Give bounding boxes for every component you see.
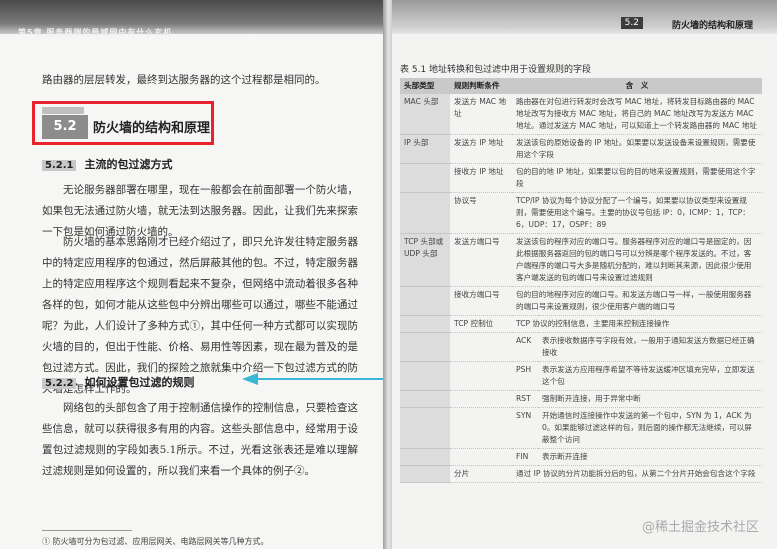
right-page: 5.2 防火墙的结构和原理 表 5.1 地址转换和包过滤中用于设置规则的字段 头… xyxy=(392,0,777,549)
condition-cell xyxy=(450,407,512,449)
meaning-cell: TCP 协议的控制信息，主要用来控制连接操作 xyxy=(512,315,762,333)
table-row: MAC 头部 发送方 MAC 地址 路由器在对包进行转发时会改写 MAC 地址，将转… xyxy=(400,94,762,135)
header-type-cell xyxy=(400,332,450,362)
condition-cell xyxy=(450,332,512,362)
flag-cell: SYN xyxy=(512,407,538,449)
subsection-heading-2: 5.2.2 如何设置包过滤的规则 xyxy=(42,374,194,390)
subsection-title: 如何设置包过滤的规则 xyxy=(84,376,195,389)
condition-cell: 发送方 IP 地址 xyxy=(450,134,512,164)
subsection-title: 主流的包过滤方式 xyxy=(84,158,173,171)
meaning-cell: 表示断开连接 xyxy=(538,448,762,466)
header-type-cell xyxy=(400,465,450,483)
condition-cell: 接收方端口号 xyxy=(450,286,512,316)
condition-cell: 发送方端口号 xyxy=(450,233,512,287)
header-type-cell xyxy=(400,448,450,466)
table-row: IP 头部 发送方 IP 地址 发送该包的原始设备的 IP 地址。如果要以发送设备来… xyxy=(400,134,762,164)
intro-paragraph: 路由器的层层转发，最终到达服务器的这个过程都是相同的。 xyxy=(42,74,326,86)
right-header-bar: 5.2 防火墙的结构和原理 xyxy=(392,0,777,34)
chapter-header: 第5章 服务器端的局域网中有什么玄机 xyxy=(18,28,173,37)
header-type-cell: IP 头部 xyxy=(400,134,450,164)
pointer-arrow-icon xyxy=(242,373,383,385)
subsection-heading-1: 5.2.1 主流的包过滤方式 xyxy=(42,156,172,172)
condition-cell xyxy=(450,390,512,408)
table-header-row: 头部类型 规则判断条件 含 义 xyxy=(400,78,762,94)
meaning-cell: 包的目的地 IP 地址，如果要以包的目的地来设置规则，需要使用这个字段 xyxy=(512,163,762,193)
flag-cell: ACK xyxy=(512,332,538,362)
header-type-cell: TCP 头部或 UDP 头部 xyxy=(400,233,450,287)
left-header-bar: 第5章 服务器端的局域网中有什么玄机 xyxy=(0,0,383,37)
table-row: SYN 开始通信时连接操作中发送的第一个包中，SYN 为 1，ACK 为 0。如果… xyxy=(400,407,762,449)
table-row: TCP 控制位 TCP 协议的控制信息，主要用来控制连接操作 xyxy=(400,315,762,333)
table-caption: 表 5.1 地址转换和包过滤中用于设置规则的字段 xyxy=(400,65,592,75)
column-header: 规则判断条件 xyxy=(450,78,512,94)
header-type-cell xyxy=(400,390,450,408)
meaning-cell: 包的目的地程序对应的端口号。和发送方端口号一样，一般使用服务器的端口号来设置规则… xyxy=(512,286,762,316)
condition-cell: TCP 控制位 xyxy=(450,315,512,333)
section-title: 防火墙的结构和原理 xyxy=(93,121,211,136)
column-header: 头部类型 xyxy=(400,78,450,94)
watermark: @稀土掘金技术社区 xyxy=(641,520,759,535)
table-body: MAC 头部 发送方 MAC 地址 路由器在对包进行转发时会改写 MAC 地址，将转… xyxy=(400,94,762,483)
table-row: 协议号 TCP/IP 协议为每个协议分配了一个编号，如果要以协议类型来设置规则，需… xyxy=(400,192,762,234)
meaning-cell: 路由器在对包进行转发时会改写 MAC 地址，将转发目标路由器的 MAC 地址改写… xyxy=(512,94,762,135)
table-row: PSH 表示发送方应用程序希望不等待发送缓冲区填充完毕，立即发送这个包 xyxy=(400,361,762,391)
header-type-cell xyxy=(400,163,450,193)
header-section-title: 防火墙的结构和原理 xyxy=(671,21,753,31)
left-page: 第5章 服务器端的局域网中有什么玄机 路由器的层层转发，最终到达服务器的这个过程… xyxy=(0,0,383,549)
section-number: 5.2 xyxy=(42,115,88,139)
header-section-number: 5.2 xyxy=(620,17,643,29)
condition-cell: 发送方 MAC 地址 xyxy=(450,94,512,135)
header-type-cell xyxy=(400,361,450,391)
header-type-cell xyxy=(400,315,450,333)
rule-fields-table: 头部类型 规则判断条件 含 义 MAC 头部 发送方 MAC 地址 路由器在对包进行… xyxy=(400,78,762,483)
subsection-number: 5.2.2 xyxy=(42,378,77,389)
table-row: FIN 表示断开连接 xyxy=(400,448,762,466)
subsection-number: 5.2.1 xyxy=(42,160,77,171)
condition-cell: 协议号 xyxy=(450,192,512,234)
table-row: ACK 表示接收数据序号字段有效，一般用于通知发送方数据已经正确接收 xyxy=(400,332,762,362)
meaning-cell: 表示接收数据序号字段有效，一般用于通知发送方数据已经正确接收 xyxy=(538,332,762,362)
meaning-cell: 强制断开连接，用于异常中断 xyxy=(538,390,762,408)
section-tab-decoration xyxy=(42,107,84,114)
condition-cell xyxy=(450,448,512,466)
meaning-cell: TCP/IP 协议为每个协议分配了一个编号，如果要以协议类型来设置规则，需要使用… xyxy=(512,192,762,234)
meaning-cell: 表示发送方应用程序希望不等待发送缓冲区填充完毕，立即发送这个包 xyxy=(538,361,762,391)
footnote-divider xyxy=(42,530,132,531)
meaning-cell: 发送该包的原始设备的 IP 地址。如果要以发送设备来设置规则，需要使用这个字段 xyxy=(512,134,762,164)
table-row: RST 强制断开连接，用于异常中断 xyxy=(400,390,762,408)
footnote: ① 防火墙可分为包过滤、应用层网关、电路层网关等几种方式。 xyxy=(42,537,269,546)
header-type-cell xyxy=(400,407,450,449)
condition-cell xyxy=(450,361,512,391)
meaning-cell: 发送该包的程序对应的端口号。服务器程序对应的端口号是固定的，因此根据服务器返回的… xyxy=(512,233,762,287)
header-type-cell xyxy=(400,192,450,234)
column-header: 含 义 xyxy=(512,78,762,94)
table-row: 分片 通过 IP 协议的分片功能拆分后的包，从第二个分片开始会包含这个字段 xyxy=(400,465,762,483)
header-type-cell xyxy=(400,286,450,316)
meaning-cell: 通过 IP 协议的分片功能拆分后的包，从第二个分片开始会包含这个字段 xyxy=(512,465,762,483)
flag-cell: FIN xyxy=(512,448,538,466)
condition-cell: 分片 xyxy=(450,465,512,483)
flag-cell: PSH xyxy=(512,361,538,391)
meaning-cell: 开始通信时连接操作中发送的第一个包中，SYN 为 1，ACK 为 0。如果能够过… xyxy=(538,407,762,449)
condition-cell: 接收方 IP 地址 xyxy=(450,163,512,193)
book-gutter xyxy=(383,0,392,549)
table-row: 接收方 IP 地址 包的目的地 IP 地址，如果要以包的目的地来设置规则，需要使用… xyxy=(400,163,762,193)
table-row: 接收方端口号 包的目的地程序对应的端口号。和发送方端口号一样，一般使用服务器的端口… xyxy=(400,286,762,316)
paragraph-3: 网络包的头部包含了用于控制通信操作的控制信息，只要检查这些信息，就可以获得很多有… xyxy=(42,402,358,477)
table-row: TCP 头部或 UDP 头部 发送方端口号 发送该包的程序对应的端口号。服务器程序对… xyxy=(400,233,762,287)
header-type-cell: MAC 头部 xyxy=(400,94,450,135)
flag-cell: RST xyxy=(512,390,538,408)
